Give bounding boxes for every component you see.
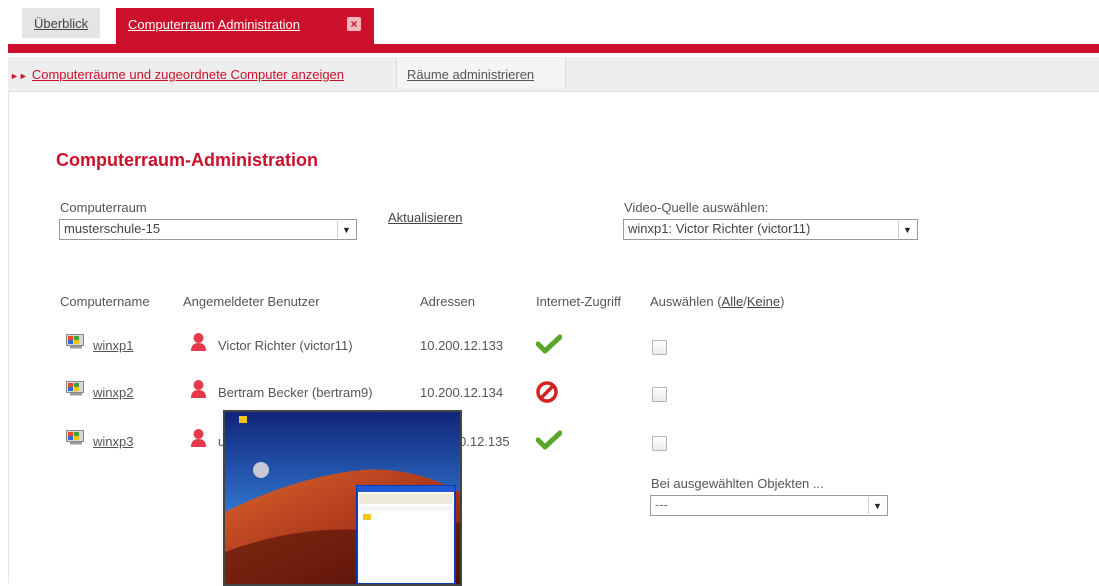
header-user: Angemeldeter Benutzer — [183, 294, 320, 309]
room-label: Computerraum — [60, 200, 147, 215]
tab-bar-underline — [8, 44, 1099, 53]
chevron-down-icon[interactable]: ▼ — [868, 497, 886, 514]
room-select-value: musterschule-15 — [64, 221, 161, 236]
header-select-close: ) — [780, 294, 785, 309]
computer-icon — [66, 430, 84, 445]
header-select: Auswählen (Alle/Keine) — [650, 294, 784, 309]
bulk-action-label: Bei ausgewählten Objekten ... — [651, 476, 824, 491]
select-none-link[interactable]: Keine — [747, 294, 780, 309]
video-source-label: Video-Quelle auswählen: — [624, 200, 769, 215]
ip-address: 10.200.12.134 — [420, 385, 504, 400]
page-title: Computerraum-Administration — [56, 150, 319, 170]
select-checkbox-winxp1[interactable] — [652, 340, 667, 355]
close-icon[interactable]: × — [347, 17, 361, 31]
header-address: Adressen — [420, 294, 475, 309]
header-computername: Computername — [60, 294, 150, 309]
refresh-link[interactable]: Aktualisieren — [388, 210, 462, 225]
desktop-preview-image — [225, 412, 460, 584]
video-preview[interactable] — [223, 410, 462, 586]
logged-user: Bertram Becker (bertram9) — [218, 385, 373, 400]
user-icon — [191, 380, 206, 398]
internet-blocked-icon — [536, 381, 558, 403]
computer-icon — [66, 334, 84, 349]
computer-link-winxp1[interactable]: winxp1 — [93, 338, 133, 353]
content-border — [8, 92, 9, 583]
subnav-show-rooms-label: Computerräume und zugeordnete Computer a… — [31, 67, 345, 82]
room-select[interactable]: musterschule-15 ▼ — [59, 219, 357, 240]
tab-computerroom-admin[interactable]: Computerraum Administration × — [116, 8, 374, 44]
subnav-manage-rooms[interactable]: Räume administrieren — [396, 58, 566, 89]
internet-allowed-icon — [536, 334, 562, 354]
ip-address: 0.12.135 — [459, 434, 510, 449]
computer-link-winxp3[interactable]: winxp3 — [93, 434, 133, 449]
double-arrow-icon: ►► — [10, 71, 28, 81]
tab-overview-label: Überblick — [34, 16, 89, 31]
tab-overview[interactable]: Überblick — [22, 8, 101, 38]
select-all-link[interactable]: Alle — [722, 294, 744, 309]
computer-link-winxp2[interactable]: winxp2 — [93, 385, 133, 400]
header-internet: Internet-Zugriff — [536, 294, 622, 309]
internet-allowed-icon — [536, 430, 562, 450]
select-checkbox-winxp2[interactable] — [652, 387, 667, 402]
logged-user: Victor Richter (victor11) — [218, 338, 353, 353]
subnav-show-rooms[interactable]: ►► Computerräume und zugeordnete Computer… — [10, 67, 344, 82]
select-checkbox-winxp3[interactable] — [652, 436, 667, 451]
header-select-label: Auswählen ( — [650, 294, 722, 309]
ip-address: 10.200.12.133 — [420, 338, 504, 353]
video-source-value: winxp1: Victor Richter (victor11) — [628, 221, 811, 236]
subnav-manage-rooms-label: Räume administrieren — [407, 67, 535, 82]
bulk-action-value: --- — [655, 497, 668, 512]
bulk-action-select[interactable]: --- ▼ — [650, 495, 888, 516]
user-icon — [191, 333, 206, 351]
chevron-down-icon[interactable]: ▼ — [337, 221, 355, 238]
computer-icon — [66, 381, 84, 396]
tab-active-label: Computerraum Administration — [128, 17, 300, 32]
video-source-select[interactable]: winxp1: Victor Richter (victor11) ▼ — [623, 219, 918, 240]
user-icon — [191, 429, 206, 447]
chevron-down-icon[interactable]: ▼ — [898, 221, 916, 238]
